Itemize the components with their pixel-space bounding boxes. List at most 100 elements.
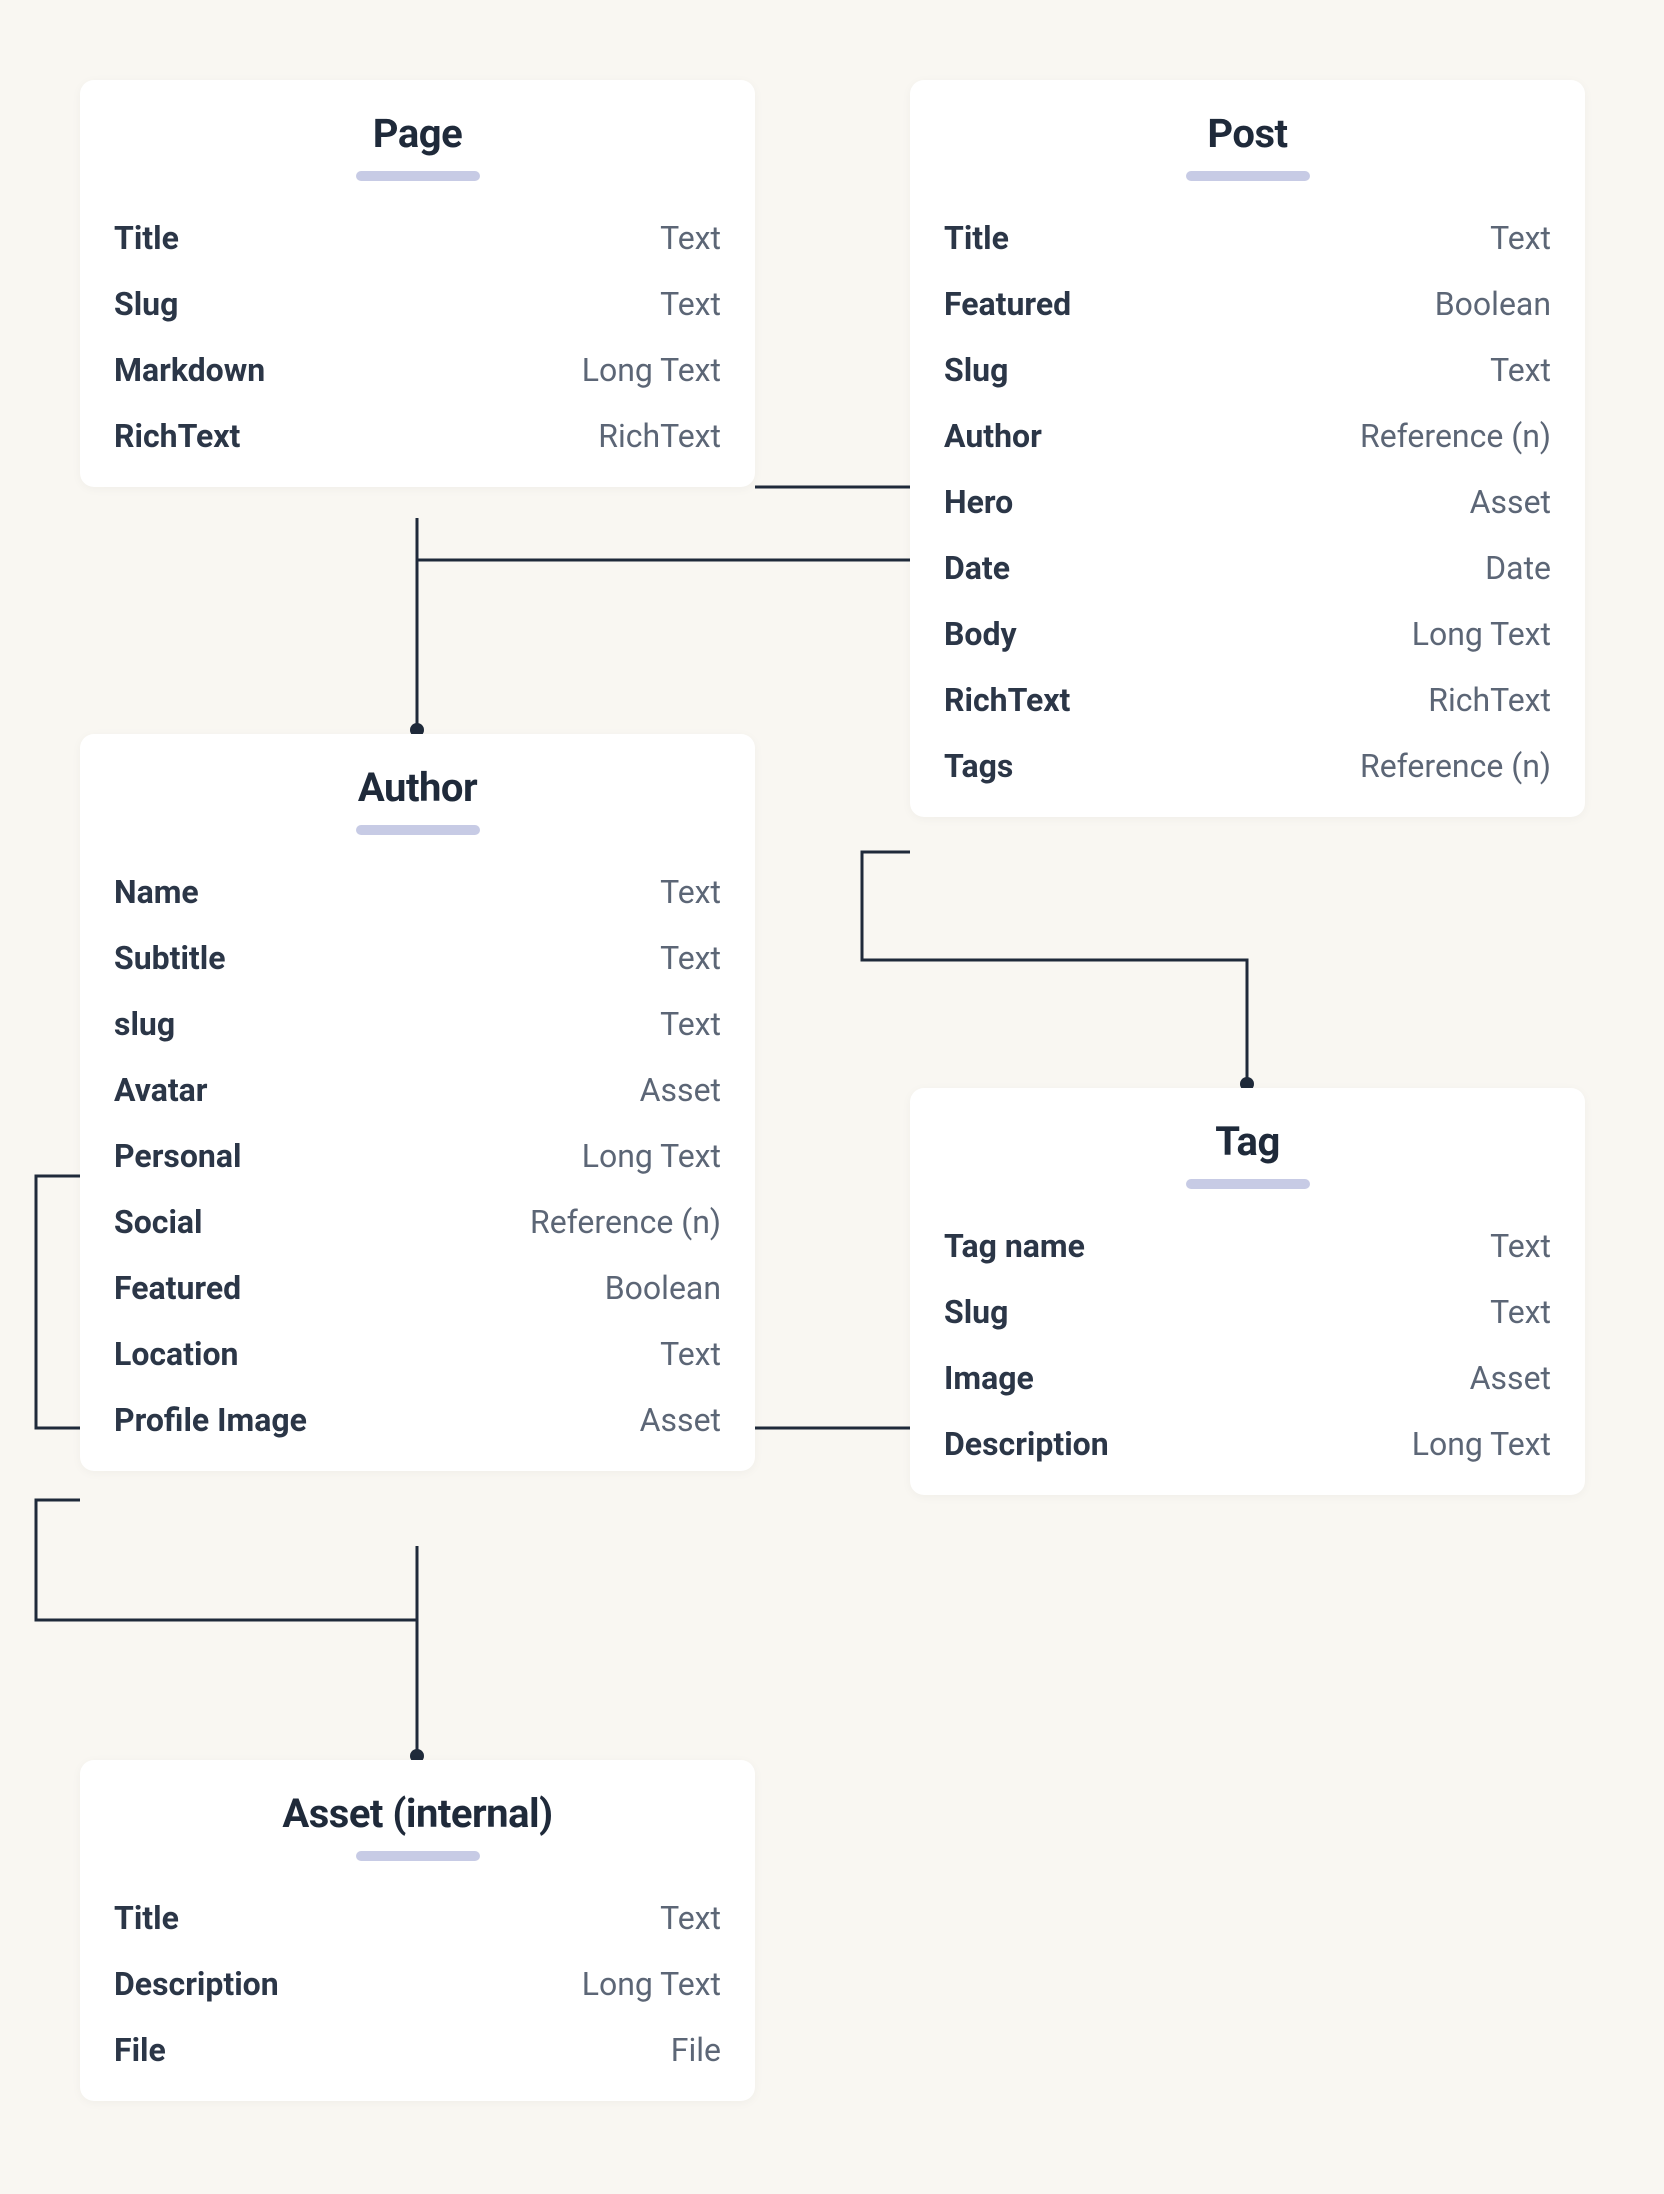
entity-title: Page bbox=[100, 110, 735, 157]
field-row: Name Text bbox=[80, 859, 755, 925]
decor-bar bbox=[1186, 171, 1310, 181]
field-row: AvatarAsset bbox=[80, 1057, 755, 1123]
field-row: Slug Text bbox=[910, 1279, 1585, 1345]
field-name: Body bbox=[944, 615, 1017, 653]
field-row: Profile Image Asset bbox=[80, 1387, 755, 1453]
entity-header: Asset (internal) bbox=[80, 1760, 755, 1885]
field-type: Text bbox=[660, 219, 721, 257]
field-type: Date bbox=[1485, 549, 1551, 587]
field-type: Reference (n) bbox=[1360, 417, 1551, 455]
entity-tag: Tag Tag name Text Slug Text Image Asset Des… bbox=[910, 1088, 1585, 1495]
field-name: Profile Image bbox=[114, 1401, 307, 1439]
field-name: Slug bbox=[944, 1293, 1008, 1331]
field-row: Title Text bbox=[80, 1885, 755, 1951]
field-type: Text bbox=[660, 939, 721, 977]
field-name: Hero bbox=[944, 483, 1013, 521]
field-row: Featured Boolean bbox=[80, 1255, 755, 1321]
field-name: Markdown bbox=[114, 351, 265, 389]
field-name: Tag name bbox=[944, 1227, 1085, 1265]
field-row: Location Text bbox=[80, 1321, 755, 1387]
field-type: Text bbox=[1490, 1227, 1551, 1265]
entity-title: Asset (internal) bbox=[100, 1790, 735, 1837]
entity-header: Page bbox=[80, 80, 755, 205]
field-name: Personal bbox=[114, 1137, 241, 1175]
field-name: Slug bbox=[944, 351, 1008, 389]
entity-header: Post bbox=[910, 80, 1585, 205]
entity-header: Author bbox=[80, 734, 755, 859]
entity-header: Tag bbox=[910, 1088, 1585, 1213]
field-type: Long Text bbox=[582, 1137, 721, 1175]
entity-author: Author Name Text Subtitle Text slug Text Av… bbox=[80, 734, 755, 1471]
field-type: Long Text bbox=[1412, 1425, 1551, 1463]
field-row: Body Long Text bbox=[910, 601, 1585, 667]
field-type: Asset bbox=[640, 1401, 721, 1439]
field-type: Long Text bbox=[1412, 615, 1551, 653]
entity-title: Author bbox=[100, 764, 735, 811]
field-type: Asset bbox=[640, 1071, 721, 1109]
field-row: slug Text bbox=[80, 991, 755, 1057]
field-type: Asset bbox=[1470, 483, 1551, 521]
field-row: DescriptionLong Text bbox=[80, 1951, 755, 2017]
field-row: Social Reference (n) bbox=[80, 1189, 755, 1255]
entity-page: Page Title Text Slug Text Markdown Long Tex… bbox=[80, 80, 755, 487]
field-type: Text bbox=[660, 1899, 721, 1937]
field-name: Title bbox=[114, 1899, 179, 1937]
decor-bar bbox=[356, 171, 480, 181]
field-type: RichText bbox=[598, 417, 721, 455]
field-type: Reference (n) bbox=[530, 1203, 721, 1241]
diagram-canvas: Page Title Text Slug Text Markdown Long Tex… bbox=[0, 0, 1664, 2194]
field-row: Featured Boolean bbox=[910, 271, 1585, 337]
field-row: TagsReference (n) bbox=[910, 733, 1585, 799]
entity-title: Post bbox=[930, 110, 1565, 157]
field-type: Text bbox=[660, 873, 721, 911]
field-row: Personal Long Text bbox=[80, 1123, 755, 1189]
field-name: Featured bbox=[114, 1269, 241, 1307]
field-type: File bbox=[671, 2031, 721, 2069]
field-name: slug bbox=[114, 1005, 175, 1043]
decor-bar bbox=[356, 1851, 480, 1861]
field-name: Description bbox=[114, 1965, 279, 2003]
field-type: Reference (n) bbox=[1360, 747, 1551, 785]
field-row: RichText RichText bbox=[80, 403, 755, 469]
field-name: RichText bbox=[114, 417, 240, 455]
field-name: Title bbox=[944, 219, 1009, 257]
field-name: Subtitle bbox=[114, 939, 226, 977]
field-name: Date bbox=[944, 549, 1010, 587]
field-row: AuthorReference (n) bbox=[910, 403, 1585, 469]
field-row: Markdown Long Text bbox=[80, 337, 755, 403]
field-type: Text bbox=[660, 285, 721, 323]
field-name: Featured bbox=[944, 285, 1071, 323]
field-name: Location bbox=[114, 1335, 238, 1373]
entity-post: Post TitleText FeaturedBoolean SlugText … bbox=[910, 80, 1585, 817]
field-row: Subtitle Text bbox=[80, 925, 755, 991]
field-name: RichText bbox=[944, 681, 1070, 719]
field-type: RichText bbox=[1428, 681, 1551, 719]
field-row: FileFile bbox=[80, 2017, 755, 2083]
field-row: Image Asset bbox=[910, 1345, 1585, 1411]
entity-asset: Asset (internal) Title Text DescriptionLo… bbox=[80, 1760, 755, 2101]
field-type: Text bbox=[660, 1005, 721, 1043]
field-name: Description bbox=[944, 1425, 1109, 1463]
field-row: RichText RichText bbox=[910, 667, 1585, 733]
field-type: Boolean bbox=[605, 1269, 721, 1307]
field-name: Social bbox=[114, 1203, 203, 1241]
field-row: Tag name Text bbox=[910, 1213, 1585, 1279]
field-type: Text bbox=[660, 1335, 721, 1373]
field-row: Date Date bbox=[910, 535, 1585, 601]
field-row: Title Text bbox=[80, 205, 755, 271]
field-name: Title bbox=[114, 219, 179, 257]
field-name: Image bbox=[944, 1359, 1034, 1397]
field-name: Slug bbox=[114, 285, 178, 323]
field-row: Hero Asset bbox=[910, 469, 1585, 535]
field-row: Slug Text bbox=[910, 337, 1585, 403]
field-type: Text bbox=[1490, 351, 1551, 389]
field-type: Asset bbox=[1470, 1359, 1551, 1397]
field-row: Slug Text bbox=[80, 271, 755, 337]
field-type: Text bbox=[1490, 1293, 1551, 1331]
decor-bar bbox=[1186, 1179, 1310, 1189]
field-row: Description Long Text bbox=[910, 1411, 1585, 1477]
field-name: Name bbox=[114, 873, 199, 911]
field-type: Boolean bbox=[1435, 285, 1551, 323]
field-row: TitleText bbox=[910, 205, 1585, 271]
field-type: Long Text bbox=[582, 351, 721, 389]
